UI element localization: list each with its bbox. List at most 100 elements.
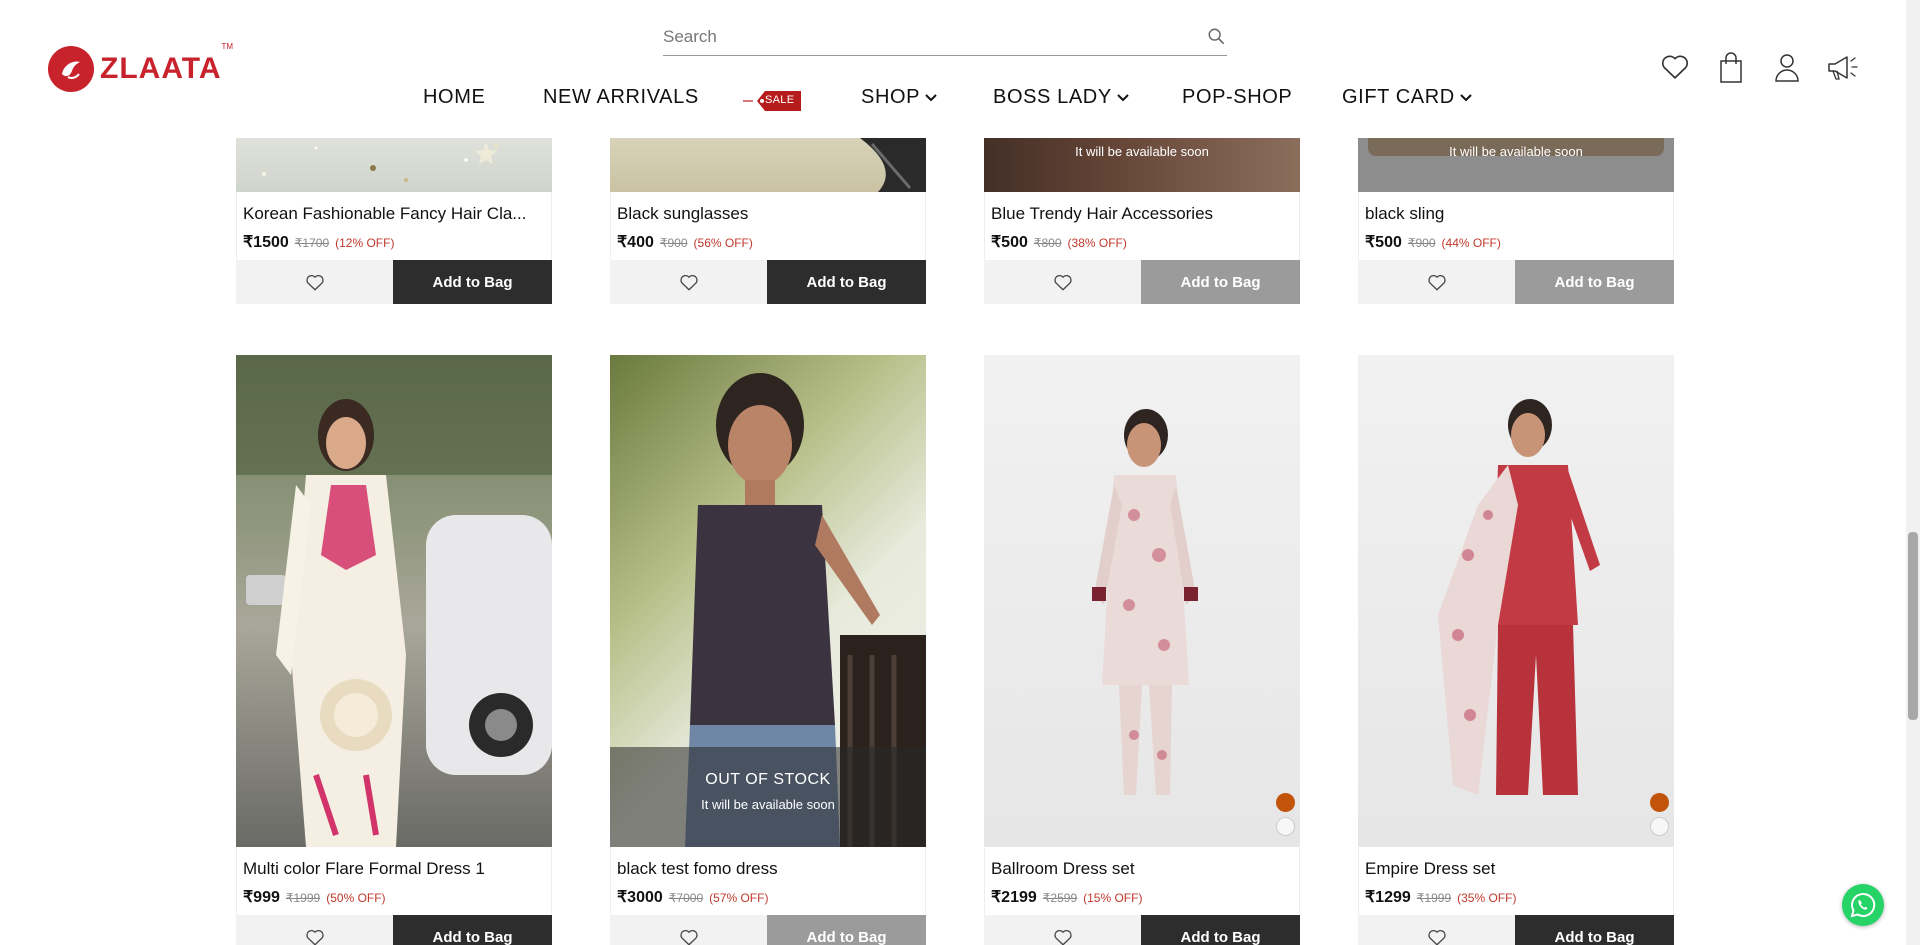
product-image[interactable]: It will be available soon xyxy=(984,138,1300,192)
product-price: ₹2199 xyxy=(991,889,1037,906)
color-swatch-orange[interactable] xyxy=(1650,793,1669,812)
product-discount: (38% OFF) xyxy=(1067,236,1127,250)
product-title[interactable]: Blue Trendy Hair Accessories xyxy=(991,204,1291,224)
wishlist-button[interactable] xyxy=(610,260,767,304)
announcements-button[interactable] xyxy=(1826,52,1858,86)
add-to-bag-button[interactable]: Add to Bag xyxy=(393,915,552,945)
add-to-bag-button[interactable]: Add to Bag xyxy=(767,260,926,304)
nav-gift-card[interactable]: GIFT CARD xyxy=(1342,86,1473,109)
product-image[interactable] xyxy=(984,355,1300,847)
nav-sale[interactable]: SALE xyxy=(743,88,803,119)
product-prices: ₹999 ₹1999 (50% OFF) xyxy=(243,887,386,907)
product-image[interactable] xyxy=(610,138,926,192)
product-info: Black sunglasses ₹400 ₹900 (56% OFF) xyxy=(610,192,926,260)
wishlist-button[interactable] xyxy=(984,915,1141,945)
nav-boss-lady[interactable]: BOSS LADY xyxy=(993,86,1130,109)
page-scrollbar[interactable] xyxy=(1906,0,1920,945)
product-price: ₹500 xyxy=(1365,234,1402,251)
wishlist-header-button[interactable] xyxy=(1660,52,1692,86)
search-input[interactable] xyxy=(663,24,1183,50)
color-swatch-white[interactable] xyxy=(1276,817,1295,836)
heart-icon xyxy=(1053,275,1072,291)
product-mrp: ₹900 xyxy=(1407,236,1436,250)
product-info: black sling ₹500 ₹900 (44% OFF) xyxy=(1358,192,1674,260)
wishlist-button[interactable] xyxy=(984,260,1141,304)
product-image[interactable] xyxy=(236,138,552,192)
heart-icon xyxy=(1427,275,1446,291)
product-discount: (57% OFF) xyxy=(709,891,769,905)
product-actions: Add to Bag xyxy=(984,260,1300,304)
product-image-art xyxy=(1092,409,1198,795)
heart-icon xyxy=(679,930,698,945)
add-to-bag-button[interactable]: Add to Bag xyxy=(1141,260,1300,304)
product-info: Korean Fashionable Fancy Hair Cla... ₹15… xyxy=(236,192,552,260)
product-discount: (15% OFF) xyxy=(1083,891,1143,905)
product-title[interactable]: Ballroom Dress set xyxy=(991,859,1291,879)
chevron-down-icon xyxy=(1460,94,1472,102)
nav-pop-shop[interactable]: POP-SHOP xyxy=(1182,86,1292,109)
megaphone-icon xyxy=(1828,56,1858,80)
product-image[interactable]: It will be available soon xyxy=(1358,138,1674,192)
heart-icon xyxy=(1427,930,1446,945)
heart-icon xyxy=(679,275,698,291)
product-image-art xyxy=(262,142,498,182)
product-info: Empire Dress set ₹1299 ₹1999 (35% OFF) xyxy=(1358,847,1674,915)
chevron-down-icon xyxy=(1117,94,1129,102)
add-to-bag-button[interactable]: Add to Bag xyxy=(1515,915,1674,945)
scrollbar-thumb[interactable] xyxy=(1908,532,1918,720)
account-button[interactable] xyxy=(1774,52,1806,86)
nav-new-arrivals[interactable]: NEW ARRIVALS xyxy=(543,86,699,109)
search-icon[interactable] xyxy=(1207,27,1225,45)
product-price: ₹500 xyxy=(991,234,1028,251)
product-title[interactable]: black sling xyxy=(1365,204,1665,224)
nav-gift-card-label: GIFT CARD xyxy=(1342,86,1455,108)
whatsapp-chat-button[interactable] xyxy=(1842,884,1884,926)
product-mrp: ₹7000 xyxy=(668,891,704,905)
logo-trademark: TM xyxy=(221,42,234,51)
product-image-art xyxy=(1438,399,1600,795)
product-prices: ₹3000 ₹7000 (57% OFF) xyxy=(617,887,768,907)
wishlist-button[interactable] xyxy=(1358,915,1515,945)
add-to-bag-button[interactable]: Add to Bag xyxy=(767,915,926,945)
add-to-bag-button[interactable]: Add to Bag xyxy=(1141,915,1300,945)
heart-icon xyxy=(1053,930,1072,945)
product-title[interactable]: Empire Dress set xyxy=(1365,859,1665,879)
product-discount: (44% OFF) xyxy=(1441,236,1501,250)
product-title[interactable]: Black sunglasses xyxy=(617,204,917,224)
color-swatch-orange[interactable] xyxy=(1276,793,1295,812)
out-of-stock-overlay: OUT OF STOCK It will be available soon xyxy=(610,747,926,847)
product-prices: ₹500 ₹900 (44% OFF) xyxy=(1365,232,1501,252)
wishlist-button[interactable] xyxy=(236,260,393,304)
product-price: ₹1500 xyxy=(243,234,289,251)
nav-shop-label: SHOP xyxy=(861,86,921,108)
add-to-bag-button[interactable]: Add to Bag xyxy=(393,260,552,304)
wishlist-button[interactable] xyxy=(1358,260,1515,304)
product-mrp: ₹1700 xyxy=(294,236,330,250)
product-title[interactable]: black test fomo dress xyxy=(617,859,917,879)
wishlist-button[interactable] xyxy=(236,915,393,945)
product-price: ₹400 xyxy=(617,234,654,251)
logo-text: ZLAATA xyxy=(100,52,222,85)
logo[interactable]: ZLAATA TM xyxy=(48,42,233,92)
product-info: Multi color Flare Formal Dress 1 ₹999 ₹19… xyxy=(236,847,552,915)
color-swatch-white[interactable] xyxy=(1650,817,1669,836)
product-title[interactable]: Multi color Flare Formal Dress 1 xyxy=(243,859,543,879)
product-price: ₹1299 xyxy=(1365,889,1411,906)
nav-shop[interactable]: SHOP xyxy=(861,86,938,109)
product-prices: ₹2199 ₹2599 (15% OFF) xyxy=(991,887,1142,907)
product-image[interactable] xyxy=(1358,355,1674,847)
product-mrp: ₹800 xyxy=(1033,236,1062,250)
product-image[interactable]: OUT OF STOCK It will be available soon xyxy=(610,355,926,847)
product-actions: Add to Bag xyxy=(610,260,926,304)
product-mrp: ₹1999 xyxy=(1416,891,1452,905)
wishlist-button[interactable] xyxy=(610,915,767,945)
product-image[interactable] xyxy=(236,355,552,847)
product-info: Ballroom Dress set ₹2199 ₹2599 (15% OFF) xyxy=(984,847,1300,915)
add-to-bag-button[interactable]: Add to Bag xyxy=(1515,260,1674,304)
product-title[interactable]: Korean Fashionable Fancy Hair Cla... xyxy=(243,204,543,224)
nav-home[interactable]: HOME xyxy=(423,86,485,109)
product-prices: ₹1500 ₹1700 (12% OFF) xyxy=(243,232,394,252)
product-prices: ₹500 ₹800 (38% OFF) xyxy=(991,232,1127,252)
product-actions: Add to Bag xyxy=(1358,260,1674,304)
cart-button[interactable] xyxy=(1718,52,1750,86)
